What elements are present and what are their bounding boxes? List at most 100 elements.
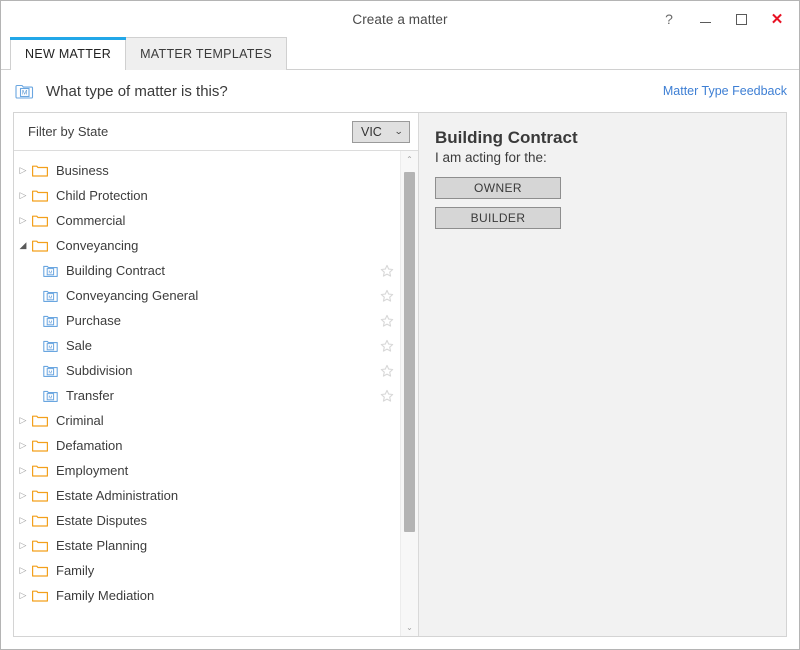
tree-vertical-scrollbar[interactable]: ⌃ ⌄	[400, 151, 418, 636]
folder-icon	[32, 189, 48, 202]
folder-icon	[32, 564, 48, 577]
favorite-star-icon[interactable]	[380, 364, 394, 378]
tree-item-label: Subdivision	[66, 363, 133, 378]
expander-collapse-icon[interactable]: ◢	[14, 241, 32, 250]
tree-item-commercial[interactable]: ▷ Commercial	[14, 208, 400, 233]
svg-text:M: M	[48, 269, 52, 274]
expander-expand-icon[interactable]: ▷	[14, 191, 32, 200]
expander-expand-icon[interactable]: ▷	[14, 466, 32, 475]
tree-item-conveyancing-general[interactable]: M Conveyancing General	[14, 283, 400, 308]
tree-rows: ▷ Business ▷ Child Protection ▷ Commercial ◢ Co…	[14, 158, 400, 608]
role-builder-button[interactable]: BUILDER	[435, 207, 561, 230]
tab-new-matter[interactable]: NEW MATTER	[10, 37, 127, 71]
tree-item-estate-planning[interactable]: ▷ Estate Planning	[14, 533, 400, 558]
minimize-button[interactable]	[687, 4, 723, 34]
favorite-star-icon[interactable]	[380, 389, 394, 403]
svg-text:M: M	[48, 369, 52, 374]
matter-icon: M	[43, 264, 58, 278]
tree-item-label: Sale	[66, 338, 93, 353]
tree-item-label: Building Contract	[66, 263, 165, 278]
expander-expand-icon[interactable]: ▷	[14, 166, 32, 175]
role-builder-label: BUILDER	[470, 211, 526, 226]
tree-item-label: Estate Disputes	[56, 513, 148, 528]
scroll-track[interactable]	[401, 168, 418, 619]
maximize-button[interactable]	[723, 4, 759, 34]
tree-item-transfer[interactable]: M Transfer	[14, 383, 400, 408]
matter-folder-icon: M	[15, 81, 36, 102]
tree-item-subdivision[interactable]: M Subdivision	[14, 358, 400, 383]
svg-text:M: M	[48, 294, 52, 299]
tab-matter-templates-label: MATTER TEMPLATES	[140, 47, 272, 61]
tree-item-child-protection[interactable]: ▷ Child Protection	[14, 183, 400, 208]
matter-type-feedback-link[interactable]: Matter Type Feedback	[663, 84, 787, 98]
state-filter-value: VIC	[361, 124, 382, 139]
tree-item-label: Family Mediation	[56, 588, 155, 603]
filter-by-state-label: Filter by State	[28, 124, 109, 139]
tree-scroll-region: ▷ Business ▷ Child Protection ▷ Commercial ◢ Co…	[14, 151, 418, 636]
tree-item-purchase[interactable]: M Purchase	[14, 308, 400, 333]
help-icon: ?	[665, 11, 673, 27]
tree-item-label: Family	[56, 563, 95, 578]
minimize-icon	[699, 22, 711, 23]
favorite-star-icon[interactable]	[380, 264, 394, 278]
tree-item-sale[interactable]: M Sale	[14, 333, 400, 358]
svg-text:M: M	[48, 319, 52, 324]
folder-icon	[32, 514, 48, 527]
tree-item-employment[interactable]: ▷ Employment	[14, 458, 400, 483]
tree-item-estate-disputes[interactable]: ▷ Estate Disputes	[14, 508, 400, 533]
matter-icon: M	[43, 289, 58, 303]
folder-icon	[32, 239, 48, 252]
matter-type-tree: ▷ Business ▷ Child Protection ▷ Commercial ◢ Co…	[14, 151, 400, 636]
matter-icon: M	[43, 339, 58, 353]
tab-matter-templates[interactable]: MATTER TEMPLATES	[125, 37, 287, 70]
tab-new-matter-label: NEW MATTER	[25, 47, 112, 61]
scroll-thumb[interactable]	[404, 172, 415, 532]
expander-expand-icon[interactable]: ▷	[14, 566, 32, 575]
window-controls: ? ✕	[651, 1, 795, 37]
tree-item-label: Purchase	[66, 313, 121, 328]
expander-expand-icon[interactable]: ▷	[14, 516, 32, 525]
tree-item-family[interactable]: ▷ Family	[14, 558, 400, 583]
tree-item-label: Child Protection	[56, 188, 148, 203]
tree-item-label: Defamation	[56, 438, 123, 453]
tree-item-conveyancing[interactable]: ◢ Conveyancing	[14, 233, 400, 258]
tree-item-business[interactable]: ▷ Business	[14, 158, 400, 183]
favorite-star-icon[interactable]	[380, 314, 394, 328]
scroll-down-arrow[interactable]: ⌄	[401, 619, 418, 636]
close-button[interactable]: ✕	[759, 4, 795, 34]
folder-icon	[32, 464, 48, 477]
folder-icon	[32, 164, 48, 177]
maximize-icon	[735, 13, 747, 25]
tree-item-estate-administration[interactable]: ▷ Estate Administration	[14, 483, 400, 508]
content-area: Filter by State VIC ⌄ ▷ Business ▷ Child Pr…	[13, 112, 787, 637]
matter-icon: M	[43, 314, 58, 328]
tree-item-building-contract[interactable]: M Building Contract	[14, 258, 400, 283]
tree-item-criminal[interactable]: ▷ Criminal	[14, 408, 400, 433]
scroll-up-arrow[interactable]: ⌃	[401, 151, 418, 168]
help-button[interactable]: ?	[651, 4, 687, 34]
expander-expand-icon[interactable]: ▷	[14, 591, 32, 600]
state-filter-dropdown[interactable]: VIC ⌄	[352, 120, 410, 143]
matter-detail-pane: Building Contract I am acting for the: O…	[418, 113, 786, 636]
expander-expand-icon[interactable]: ▷	[14, 216, 32, 225]
tree-item-label: Commercial	[56, 213, 126, 228]
svg-text:M: M	[22, 89, 27, 96]
chevron-down-icon: ⌄	[394, 126, 404, 136]
expander-expand-icon[interactable]: ▷	[14, 441, 32, 450]
tree-item-label: Business	[56, 163, 109, 178]
favorite-star-icon[interactable]	[380, 339, 394, 353]
question-text: What type of matter is this?	[46, 82, 228, 100]
folder-icon	[32, 439, 48, 452]
tree-item-label: Transfer	[66, 388, 114, 403]
tree-item-label: Conveyancing	[56, 238, 139, 253]
expander-expand-icon[interactable]: ▷	[14, 416, 32, 425]
matter-icon: M	[43, 389, 58, 403]
favorite-star-icon[interactable]	[380, 289, 394, 303]
tree-item-defamation[interactable]: ▷ Defamation	[14, 433, 400, 458]
expander-expand-icon[interactable]: ▷	[14, 541, 32, 550]
expander-expand-icon[interactable]: ▷	[14, 491, 32, 500]
role-owner-button[interactable]: OWNER	[435, 177, 561, 200]
detail-title: Building Contract	[435, 128, 578, 147]
tree-item-family-mediation[interactable]: ▷ Family Mediation	[14, 583, 400, 608]
close-icon: ✕	[770, 10, 784, 28]
